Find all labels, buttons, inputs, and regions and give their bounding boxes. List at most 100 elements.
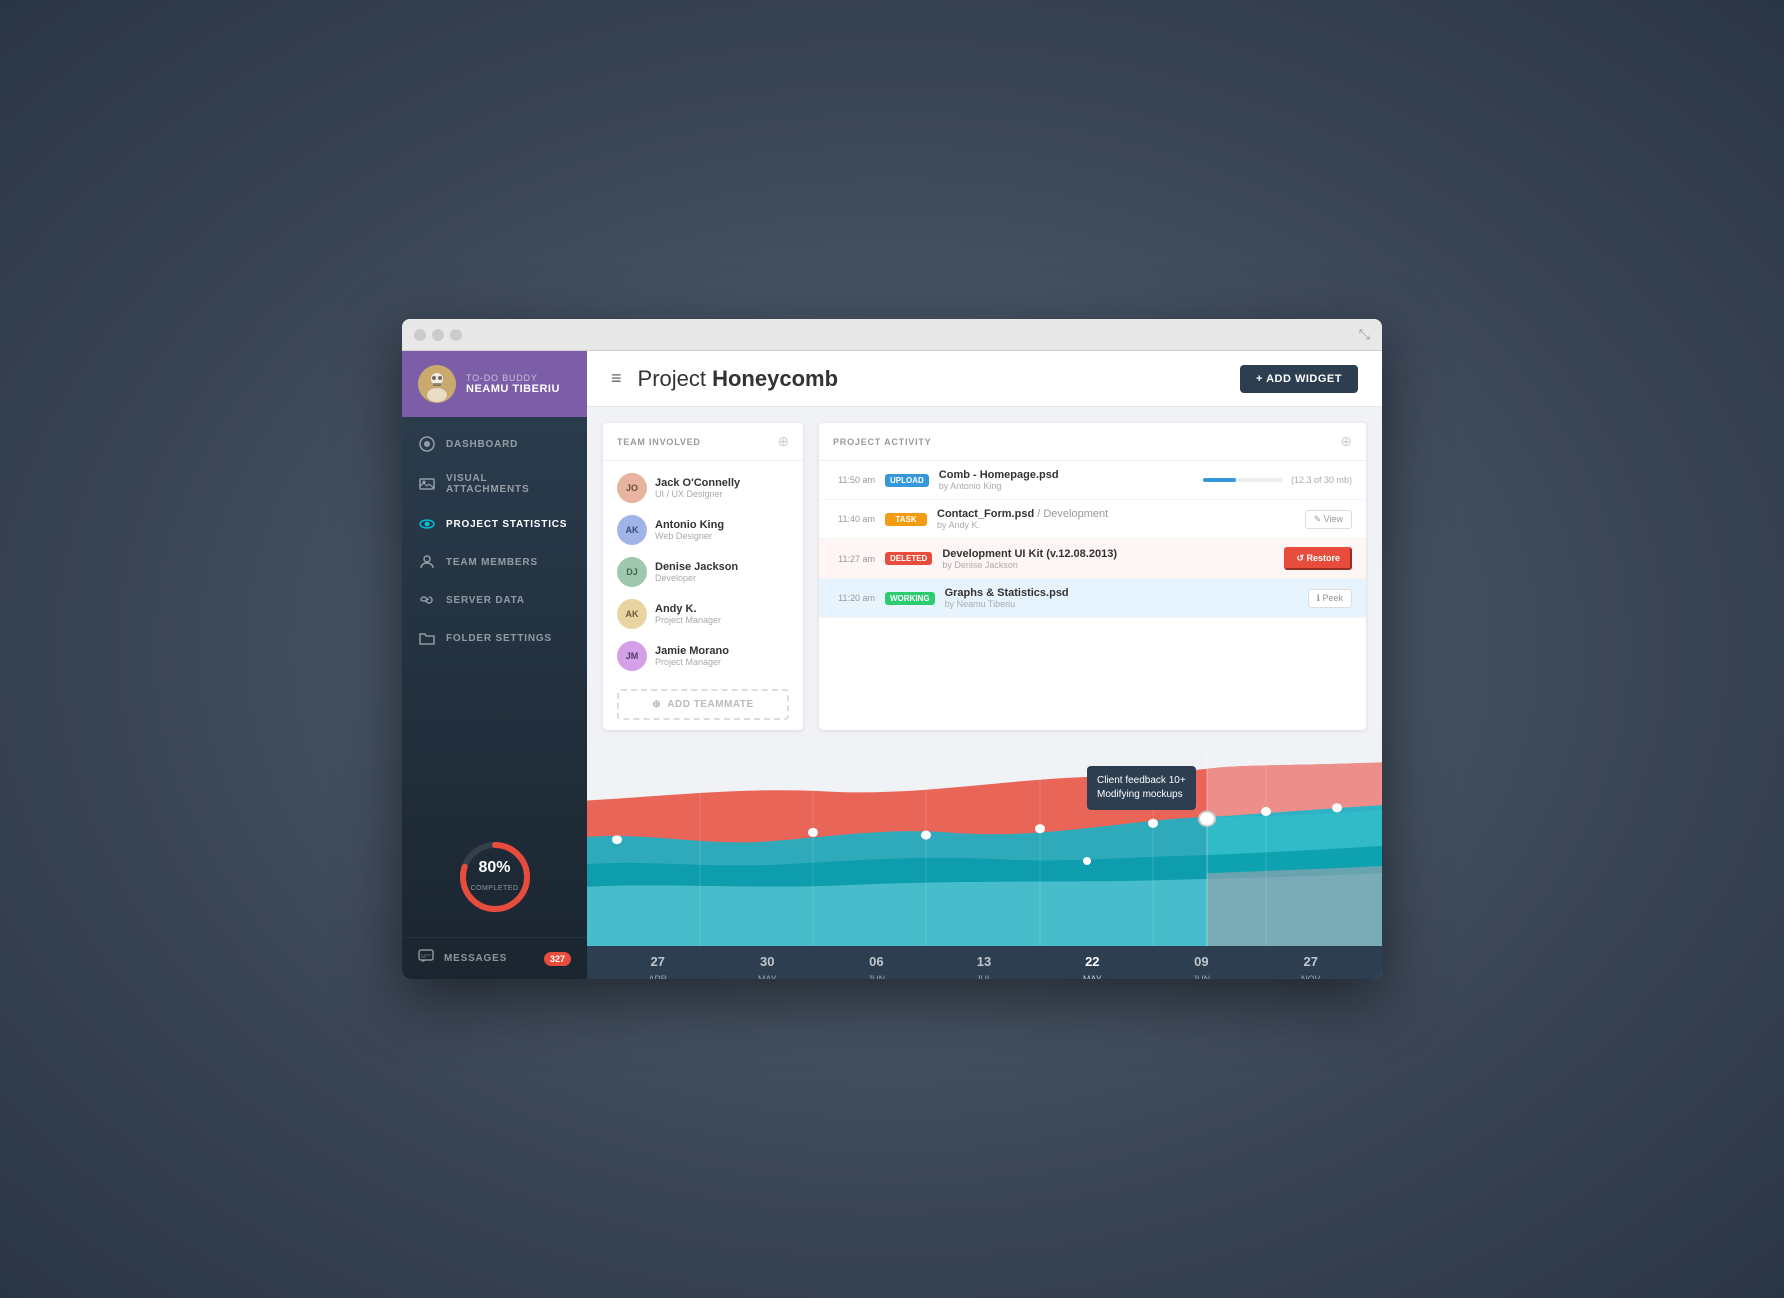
member-role-antonio: Web Designer [655,531,724,541]
sidebar-item-folder-settings[interactable]: FOLDER SETTINGS [402,619,587,657]
messages-icon [418,948,434,969]
avatar [418,365,456,403]
activity-list: 11:50 am UPLOAD Comb - Homepage.psd by A… [819,461,1366,618]
timeline-item-4: 22 MAY [1083,954,1102,979]
team-widget-header: TEAM INVOLVED ⊕ [603,423,803,461]
activity-item-deleted: 11:27 am DELETED Development UI Kit (v.1… [819,539,1366,579]
member-name-denise: Denise Jackson [655,561,738,573]
member-avatar-jack: JO [617,473,647,503]
activity-by-3: by Neamu Tiberiu [945,599,1298,609]
topbar: ≡ Project Honeycomb + ADD WIDGET [587,351,1382,407]
member-role-andy: Project Manager [655,615,721,625]
timeline-item-5: 09 JUN [1193,954,1211,979]
add-widget-button[interactable]: + ADD WIDGET [1240,365,1358,393]
timeline-month-4: MAY [1083,974,1102,979]
restore-button[interactable]: ↺ Restore [1284,547,1352,570]
activity-badge-upload: UPLOAD [885,474,929,487]
menu-icon[interactable]: ≡ [611,368,622,389]
chart-area: Client feedback 10+Modifying mockups [587,746,1382,946]
sidebar-item-team-members[interactable]: TEAM MEMBERS [402,543,587,581]
progress-bar-wrap-0 [1203,478,1283,482]
activity-info-1: Contact_Form.psd / Development by Andy K… [937,508,1295,530]
sidebar-item-messages[interactable]: MESSAGES 327 [402,937,587,979]
dashboard-label: DASHBOARD [446,439,518,450]
project-statistics-label: PROJECT STATISTICS [446,519,567,530]
plus-icon: ⊕ [652,699,661,710]
server-data-label: SERVER DATA [446,595,525,606]
activity-widget-title: PROJECT ACTIVITY [833,437,931,447]
team-member-jack[interactable]: JO Jack O'Connelly UI / UX Designer [603,467,803,509]
activity-info-0: Comb - Homepage.psd by Antonio King [939,469,1193,491]
activity-widget-header: PROJECT ACTIVITY ⊕ [819,423,1366,461]
sidebar-item-project-statistics[interactable]: PROJECT STATISTICS [402,505,587,543]
member-name-andy: Andy K. [655,603,721,615]
timeline-date-3: 13 [976,954,992,969]
member-info-andy: Andy K. Project Manager [655,603,721,625]
timeline-date-1: 30 [758,954,777,969]
sidebar-item-server-data[interactable]: SERVER DATA [402,581,587,619]
team-member-andy[interactable]: AK Andy K. Project Manager [603,593,803,635]
team-member-jamie[interactable]: JM Jamie Morano Project Manager [603,635,803,677]
timeline-date-2: 06 [868,954,886,969]
messages-badge: 327 [544,952,571,966]
member-avatar-denise: DJ [617,557,647,587]
user-info: TO-DO BUDDY NEAMU TIBERIU [466,373,571,395]
team-widget-title: TEAM INVOLVED [617,437,701,447]
activity-action-view[interactable]: ✎ View [1305,510,1352,529]
activity-progress-0: (12.3 of 30 mb) [1203,475,1352,485]
activity-badge-deleted: DELETED [885,552,932,565]
member-role-denise: Developer [655,573,738,583]
widgets-row: TEAM INVOLVED ⊕ JO Jack O'Connelly UI / … [587,407,1382,746]
timeline-item-6: 27 NOV [1301,954,1321,979]
add-teammate-button[interactable]: ⊕ ADD TEAMMATE [617,689,789,720]
member-role-jamie: Project Manager [655,657,729,667]
progress-bar-fill-0 [1203,478,1236,482]
member-name-antonio: Antonio King [655,519,724,531]
cursor [1083,857,1091,865]
activity-action-peek[interactable]: ℹ Peek [1308,589,1352,608]
collapse-icon[interactable]: ⤡ [1359,326,1370,343]
activity-filename-0: Comb - Homepage.psd [939,469,1193,481]
minimize-dot[interactable] [432,329,444,341]
progress-text: 80% COMPLETED [470,859,518,895]
activity-filename-3: Graphs & Statistics.psd [945,587,1298,599]
timeline-month-2: JUN [868,974,886,979]
sidebar-user: TO-DO BUDDY NEAMU TIBERIU [402,351,587,417]
main-content: ≡ Project Honeycomb + ADD WIDGET TEAM IN… [587,351,1382,979]
progress-ring: 80% COMPLETED [455,837,535,917]
activity-filename-2: Development UI Kit (v.12.08.2013) [942,548,1274,560]
timeline-month-5: JUN [1193,974,1211,979]
team-list: JO Jack O'Connelly UI / UX Designer AK A… [603,461,803,683]
member-role-jack: UI / UX Designer [655,489,740,499]
team-widget-icon[interactable]: ⊕ [777,433,789,450]
member-name-jamie: Jamie Morano [655,645,729,657]
activity-widget-icon[interactable]: ⊕ [1340,433,1352,450]
view-button[interactable]: ✎ View [1305,510,1352,529]
team-widget: TEAM INVOLVED ⊕ JO Jack O'Connelly UI / … [603,423,803,730]
sidebar-item-dashboard[interactable]: DASHBOARD [402,425,587,463]
activity-filename-1: Contact_Form.psd / Development [937,508,1295,520]
timeline-month-1: MAY [758,974,777,979]
sidebar-item-visual-attachments[interactable]: VISUAL ATTACHMENTS [402,463,587,505]
window-controls[interactable] [414,329,462,341]
activity-by-2: by Denise Jackson [942,560,1274,570]
member-avatar-antonio: AK [617,515,647,545]
timeline-date-5: 09 [1193,954,1211,969]
team-member-antonio[interactable]: AK Antonio King Web Designer [603,509,803,551]
activity-time-3: 11:20 am [833,593,875,603]
activity-action-restore[interactable]: ↺ Restore [1284,547,1352,570]
add-teammate-label: ADD TEAMMATE [667,699,753,710]
activity-by-0: by Antonio King [939,481,1193,491]
timeline-bar: 27 APR 30 MAY 06 JUN 13 JUL [587,946,1382,979]
progress-size-0: (12.3 of 30 mb) [1291,475,1352,485]
sidebar: TO-DO BUDDY NEAMU TIBERIU DASHBOARD [402,351,587,979]
member-avatar-andy: AK [617,599,647,629]
peek-button[interactable]: ℹ Peek [1308,589,1352,608]
team-member-denise[interactable]: DJ Denise Jackson Developer [603,551,803,593]
folder-icon [418,629,436,647]
activity-time-0: 11:50 am [833,475,875,485]
activity-item-upload: 11:50 am UPLOAD Comb - Homepage.psd by A… [819,461,1366,500]
maximize-dot[interactable] [450,329,462,341]
page-title: Project Honeycomb [638,366,1241,392]
close-dot[interactable] [414,329,426,341]
